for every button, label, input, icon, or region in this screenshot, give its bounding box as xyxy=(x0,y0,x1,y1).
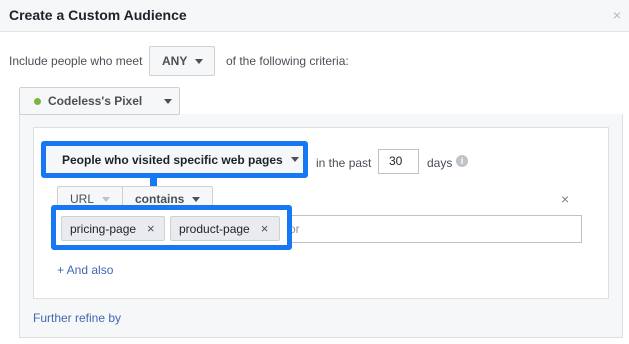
remove-rule-icon[interactable]: × xyxy=(561,191,569,207)
caret-down-icon xyxy=(290,157,299,162)
match-type-value: ANY xyxy=(162,54,188,68)
close-icon[interactable]: × xyxy=(261,221,269,236)
url-tag-label: product-page xyxy=(179,221,250,236)
pixel-status-dot xyxy=(34,97,41,105)
criteria-prefix: Include people who meet xyxy=(9,54,143,68)
url-tag: product-page × xyxy=(170,216,280,241)
past-label: in the past xyxy=(316,156,372,170)
days-input[interactable]: 30 xyxy=(378,149,419,174)
url-tag-label: pricing-page xyxy=(70,221,137,236)
and-also-link[interactable]: + And also xyxy=(57,263,113,277)
days-label: days xyxy=(427,156,453,170)
pixel-name: Codeless's Pixel xyxy=(48,94,143,108)
caret-down-icon xyxy=(192,196,201,202)
dialog-header: Create a Custom Audience × xyxy=(0,0,629,32)
caret-down-icon xyxy=(195,58,204,64)
event-type-value: People who visited specific web pages xyxy=(62,152,283,167)
match-type-dropdown[interactable]: ANY xyxy=(149,46,215,76)
url-tag: pricing-page × xyxy=(61,216,165,241)
close-icon[interactable]: × xyxy=(613,7,621,23)
caret-down-icon xyxy=(102,196,111,202)
pixel-dropdown[interactable]: Codeless's Pixel xyxy=(19,87,180,115)
event-type-dropdown[interactable]: People who visited specific web pages xyxy=(41,141,308,178)
caret-down-icon xyxy=(164,98,173,104)
further-refine-link[interactable]: Further refine by xyxy=(33,311,121,325)
info-icon[interactable]: i xyxy=(456,155,468,167)
close-icon[interactable]: × xyxy=(147,221,155,236)
field-value: URL xyxy=(70,192,95,206)
operator-value: contains xyxy=(135,192,185,206)
criteria-suffix: of the following criteria: xyxy=(226,54,349,68)
dialog-title: Create a Custom Audience xyxy=(9,7,187,23)
